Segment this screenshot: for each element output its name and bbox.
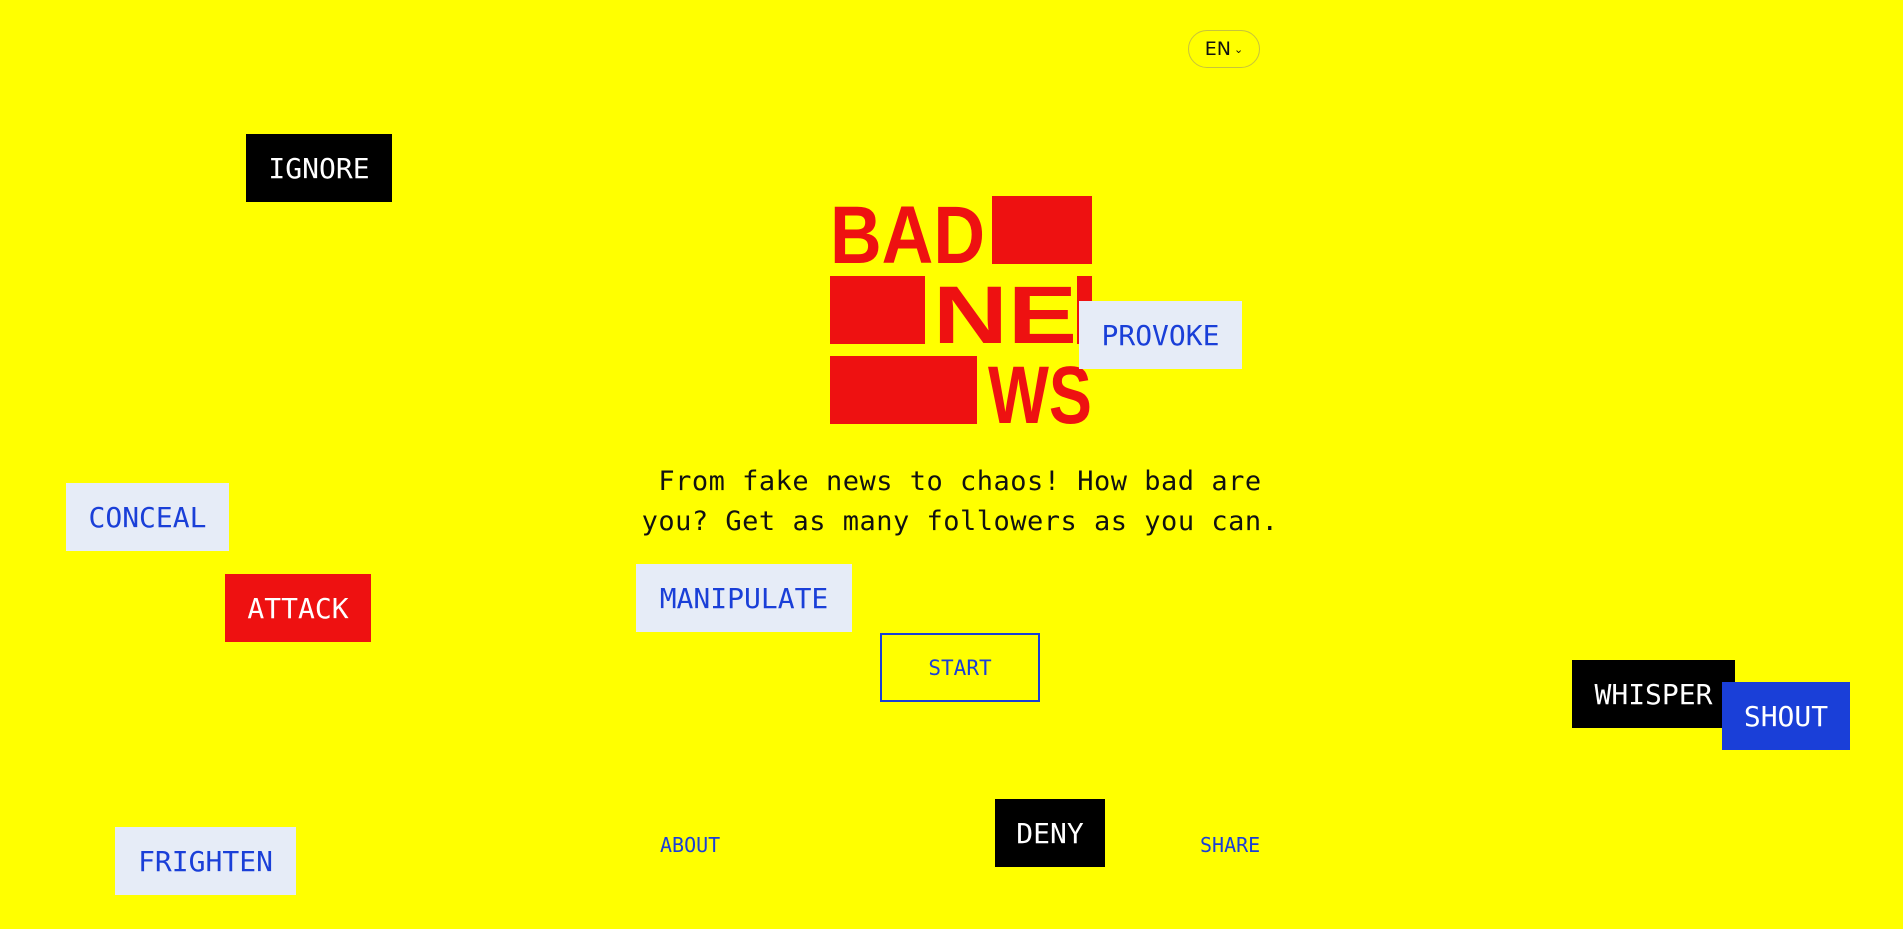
tag-conceal[interactable]: CONCEAL: [66, 483, 229, 551]
tag-frighten[interactable]: FRIGHTEN: [115, 827, 296, 895]
tag-provoke[interactable]: PROVOKE: [1079, 301, 1242, 369]
logo-block: [830, 356, 977, 424]
logo-word-bad: BAD: [830, 196, 985, 281]
tag-manipulate[interactable]: MANIPULATE: [636, 564, 852, 632]
chevron-down-icon: ⌄: [1234, 43, 1244, 56]
logo-word-ws: WS: [988, 350, 1092, 424]
bad-news-logo: BAD NE WS: [830, 196, 1092, 424]
share-link[interactable]: SHARE: [1200, 833, 1260, 857]
language-label: EN: [1204, 38, 1231, 60]
hero-tagline: From fake news to chaos! How bad are you…: [641, 466, 1279, 537]
tag-deny[interactable]: DENY: [995, 799, 1105, 867]
tag-attack[interactable]: ATTACK: [225, 574, 371, 642]
logo-word-ne: NE: [933, 270, 1077, 361]
logo-graphic: BAD NE WS: [830, 196, 1092, 424]
language-selector[interactable]: EN ⌄: [1188, 30, 1260, 68]
logo-block: [992, 196, 1092, 264]
start-button[interactable]: START: [880, 633, 1040, 702]
tag-whisper[interactable]: WHISPER: [1572, 660, 1735, 728]
tag-ignore[interactable]: IGNORE: [246, 134, 392, 202]
about-link[interactable]: ABOUT: [660, 833, 720, 857]
tag-shout[interactable]: SHOUT: [1722, 682, 1850, 750]
logo-block: [830, 276, 925, 344]
